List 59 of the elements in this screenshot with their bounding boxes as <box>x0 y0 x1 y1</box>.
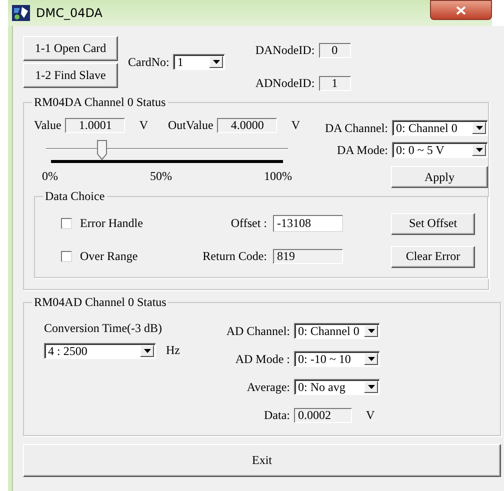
action-button[interactable]: Clear Error <box>391 246 475 268</box>
scale-label: 0% <box>42 169 58 184</box>
group-title: RM04AD Channel 0 Status <box>32 295 168 309</box>
field-label: OutValue <box>168 118 214 133</box>
field-label: Average: <box>246 380 290 394</box>
checkbox[interactable]: Error Handle <box>61 216 185 231</box>
unit-label: V <box>139 118 148 133</box>
card-button[interactable]: 1-2 Find Slave <box>23 63 118 88</box>
apply-button[interactable]: Apply <box>391 166 488 188</box>
scale-label: 50% <box>150 169 172 184</box>
card-button[interactable]: 1-1 Open Card <box>23 36 118 61</box>
dropdown-arrow-icon <box>368 385 374 389</box>
readonly-field: 4.0000 <box>217 118 278 133</box>
unit-label: V <box>366 408 375 422</box>
field-label: AD Channel: <box>225 324 290 338</box>
dropdown[interactable]: 0: No avg <box>294 379 380 395</box>
unit-label: Hz <box>166 343 180 358</box>
close-button[interactable] <box>430 0 492 20</box>
slider[interactable] <box>46 140 288 160</box>
dropdown-arrow-icon <box>368 329 374 333</box>
field-label: DA Channel: <box>325 120 388 136</box>
checkbox[interactable]: Over Range <box>61 249 185 264</box>
scale-label: 100% <box>264 169 292 184</box>
dropdown[interactable]: 0: Channel 0 <box>392 120 488 136</box>
field-label: ADNodeID: <box>255 76 315 91</box>
dropdown-arrow-icon <box>212 60 220 64</box>
group-title: Data Choice <box>43 189 107 203</box>
dropdown-arrow-icon <box>476 126 482 130</box>
dropdown[interactable]: 0: Channel 0 <box>294 323 380 339</box>
field-label: CardNo: <box>128 54 170 70</box>
field-label: Value <box>34 118 62 133</box>
field-label: Data: <box>263 408 290 422</box>
action-button[interactable]: Set Offset <box>391 212 475 234</box>
dropdown-arrow-icon <box>368 357 374 361</box>
dropdown[interactable]: 0: -10 ~ 10 <box>294 351 380 367</box>
group-title: RM04DA Channel 0 Status <box>32 95 168 109</box>
readonly-field: 1.0001 <box>65 118 126 133</box>
field-label: Offset : <box>230 216 267 231</box>
readonly-field: 1 <box>318 76 351 91</box>
field-label: Conversion Time(-3 dB) <box>44 321 164 336</box>
dropdown[interactable]: 1 <box>173 54 226 70</box>
field-label: AD Mode : <box>234 352 290 366</box>
slider-thumb[interactable] <box>97 140 108 160</box>
window-title: DMC_04DA <box>36 6 102 20</box>
readonly-field: 0.0002 <box>294 408 352 422</box>
dropdown[interactable]: 4 : 2500 <box>44 343 156 359</box>
dropdown-arrow-icon <box>476 148 482 152</box>
unit-label: V <box>291 118 300 133</box>
field-label: DANodeID: <box>255 43 315 58</box>
exit-button[interactable]: Exit <box>23 444 501 477</box>
readonly-field: 0 <box>318 43 351 58</box>
dropdown-arrow-icon <box>144 349 150 353</box>
dropdown[interactable]: 0: 0 ~ 5 V <box>392 142 488 158</box>
input-field[interactable]: -13108 <box>273 215 343 232</box>
readonly-field: 819 <box>273 249 343 264</box>
app-icon <box>12 5 30 21</box>
close-icon <box>456 6 466 14</box>
field-label: DA Mode: <box>337 142 388 158</box>
field-label: Return Code: <box>202 249 267 264</box>
